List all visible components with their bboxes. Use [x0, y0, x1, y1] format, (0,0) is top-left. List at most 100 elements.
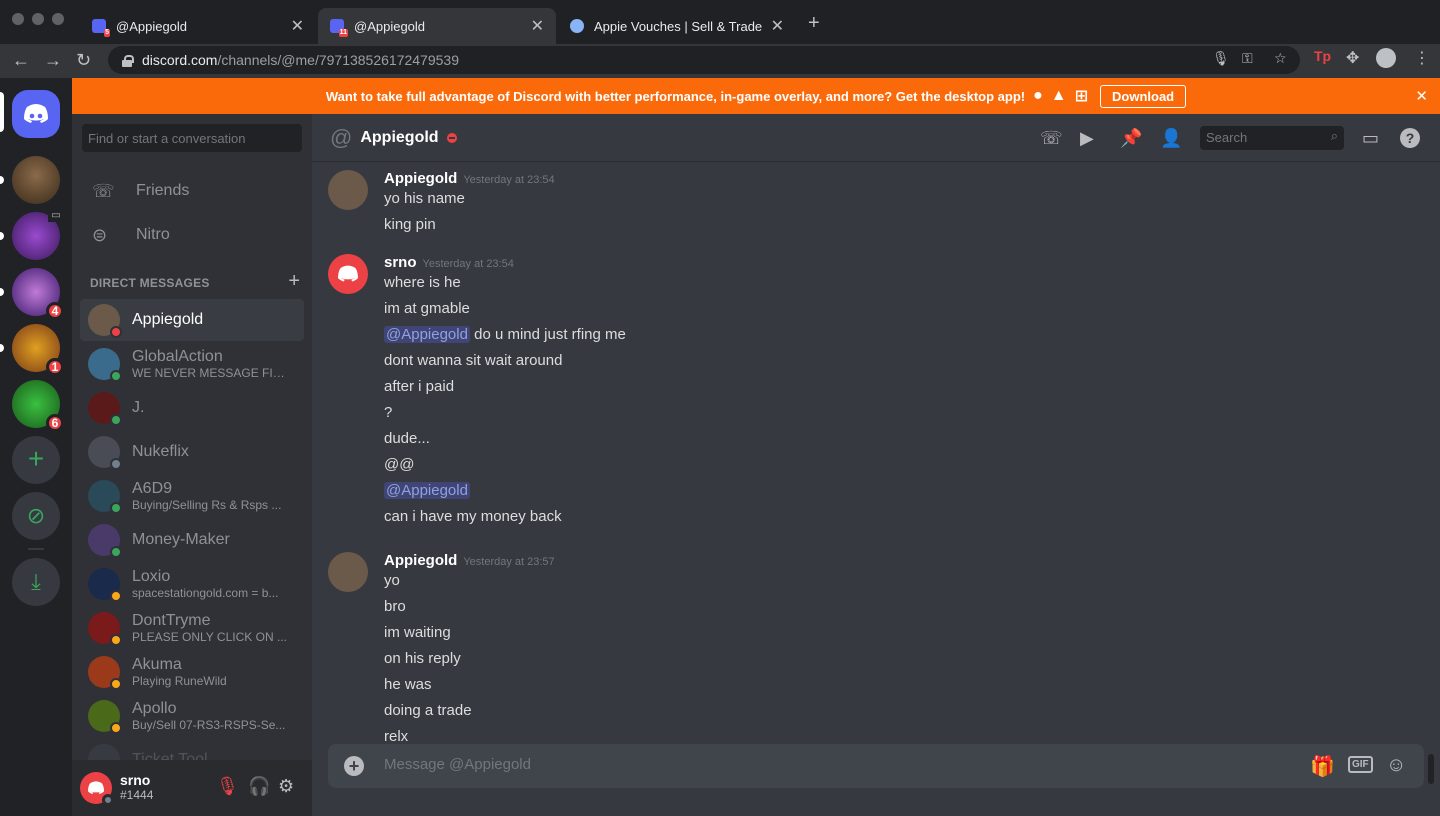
download-apps-icon[interactable]: ⤓ — [12, 558, 60, 606]
mention-badge: 1 — [46, 358, 64, 376]
find-conversation-input[interactable]: Find or start a conversation — [82, 124, 302, 152]
android-icon: ▲ — [1050, 87, 1067, 104]
message-author[interactable]: Appiegold — [384, 552, 457, 569]
server-icon[interactable] — [12, 156, 60, 204]
friends-nav-item[interactable]: ☏ Friends — [80, 170, 304, 212]
message-text: dont wanna sit wait around — [384, 350, 562, 372]
user-panel: srno #1444 🎙 🎧 ⚙ — [72, 760, 312, 816]
status-indicator — [110, 458, 122, 470]
nitro-nav-item[interactable]: ⊜ Nitro — [80, 214, 304, 256]
back-arrow-icon[interactable]: ← — [12, 50, 30, 71]
start-voice-call-icon[interactable]: ☏ — [1040, 128, 1063, 149]
download-button[interactable]: Download — [1100, 84, 1187, 108]
emoji-icon[interactable]: ☺ — [1386, 754, 1406, 777]
message-avatar[interactable] — [328, 170, 368, 210]
dm-avatar — [88, 612, 122, 646]
window-close-button[interactable] — [12, 13, 24, 25]
kebab-menu-icon[interactable]: ⋮ — [1414, 48, 1430, 68]
browser-tab-1[interactable]: 5 @Appiegold ✕ — [80, 8, 316, 44]
dm-item[interactable]: A6D9 Buying/Selling Rs & Rsps ... — [80, 475, 304, 517]
dm-name: J. — [132, 399, 145, 416]
browser-tab-3[interactable]: Appie Vouches | Sell & Trade G ✕ — [558, 8, 796, 44]
browser-tab-bar: 5 @Appiegold ✕ 11 @Appiegold ✕ Appie Vou… — [0, 0, 1440, 44]
headphones-icon[interactable]: 🎧 — [248, 776, 270, 797]
message-composer[interactable]: + Message @Appiegold 🎁 GIF ☺ — [328, 744, 1424, 788]
search-input[interactable]: Search ⌕ — [1200, 126, 1344, 150]
message-header: Appiegold Yesterday at 23:57 — [384, 552, 555, 570]
reload-icon[interactable]: ↻ — [76, 50, 91, 71]
user-mention[interactable]: @Appiegold — [384, 326, 470, 343]
username: srno — [120, 772, 151, 788]
close-icon[interactable]: ✕ — [1415, 87, 1428, 105]
dm-item[interactable]: Ticket Tool — [80, 739, 304, 760]
start-video-call-icon[interactable]: ▶ — [1080, 128, 1094, 149]
dm-item[interactable]: J. — [80, 387, 304, 429]
message-text: king pin — [384, 214, 436, 236]
dm-item[interactable]: Apollo Buy/Sell 07-RS3-RSPS-Se... — [80, 695, 304, 737]
message-input[interactable]: Message @Appiegold — [384, 756, 531, 773]
dm-item[interactable]: Nukeflix — [80, 431, 304, 473]
tab-close-icon[interactable]: ✕ — [771, 16, 784, 36]
inbox-icon[interactable]: ▭ — [1362, 128, 1379, 149]
message-avatar[interactable] — [328, 254, 368, 294]
discord-favicon-icon: 11 — [330, 19, 348, 37]
message-author[interactable]: Appiegold — [384, 170, 457, 187]
message-avatar[interactable] — [328, 552, 368, 592]
dm-item[interactable]: Loxio spacestationgold.com = b... — [80, 563, 304, 605]
home-button[interactable] — [12, 90, 60, 138]
dm-sidebar: Find or start a conversation ☏ Friends ⊜… — [72, 114, 312, 760]
add-friends-to-dm-icon[interactable]: 👤 — [1160, 128, 1182, 149]
help-icon[interactable]: ? — [1400, 128, 1420, 148]
server-icon[interactable]: ▭ — [12, 210, 64, 260]
mute-microphone-icon[interactable]: 🎙 — [216, 776, 239, 797]
new-tab-icon[interactable]: + — [808, 12, 820, 35]
scrollbar-thumb[interactable] — [1428, 754, 1434, 784]
pinned-messages-icon[interactable]: 📌 — [1120, 128, 1142, 149]
window-zoom-button[interactable] — [52, 13, 64, 25]
gift-icon[interactable]: 🎁 — [1310, 754, 1335, 779]
dm-avatar — [88, 436, 122, 470]
dm-avatar — [88, 656, 122, 690]
browser-tab-2[interactable]: 11 @Appiegold ✕ — [318, 8, 556, 44]
direct-messages-header: DIRECT MESSAGES — [90, 276, 210, 290]
upload-plus-icon[interactable]: + — [344, 756, 364, 776]
tab-badge: 11 — [338, 29, 348, 37]
tab-close-icon[interactable]: ✕ — [291, 16, 304, 36]
dm-item[interactable]: Akuma Playing RuneWild — [80, 651, 304, 693]
explore-compass-icon[interactable]: ⊘ — [12, 492, 60, 540]
add-server-icon[interactable]: + — [12, 436, 60, 484]
dm-item[interactable]: Money-Maker — [80, 519, 304, 561]
message-text: @Appiegold — [384, 480, 470, 502]
forward-arrow-icon[interactable]: → — [44, 50, 62, 71]
chat-header: @ Appiegold ☏ ▶ 📌 👤 Search ⌕ ▭ ? — [312, 114, 1440, 162]
star-icon[interactable]: ☆ — [1274, 50, 1287, 67]
tab-close-icon[interactable]: ✕ — [531, 16, 544, 36]
dm-status-text: Buy/Sell 07-RS3-RSPS-Se... — [132, 718, 286, 732]
extension-tp-icon[interactable]: Tp — [1314, 48, 1331, 64]
status-indicator — [110, 370, 122, 382]
message-author[interactable]: srno — [384, 254, 417, 271]
message-text: im at gmable — [384, 298, 470, 320]
message-content: yo his name — [384, 190, 465, 207]
user-mention[interactable]: @Appiegold — [384, 482, 470, 499]
dm-item[interactable]: GlobalAction WE NEVER MESSAGE FIRST — [80, 343, 304, 385]
server-icon[interactable]: 6 — [12, 380, 64, 432]
dm-name: Ticket Tool — [132, 751, 208, 760]
window-minimize-button[interactable] — [32, 13, 44, 25]
search-placeholder: Search — [1206, 130, 1248, 145]
dm-item[interactable]: DontTryme PLEASE ONLY CLICK ON ... — [80, 607, 304, 649]
microphone-icon[interactable]: 🎙 — [1212, 50, 1230, 67]
key-icon[interactable]: ⚿ — [1242, 50, 1253, 67]
profile-avatar-icon[interactable] — [1376, 48, 1396, 68]
puzzle-piece-icon[interactable]: ✥ — [1346, 48, 1359, 68]
message-content: ? — [384, 404, 393, 421]
address-bar[interactable]: discord.com/channels/@me/797138526172479… — [108, 46, 1300, 74]
dm-item[interactable]: Appiegold — [80, 299, 304, 341]
server-icon[interactable]: 4 — [12, 268, 64, 320]
gif-button[interactable]: GIF — [1348, 756, 1373, 773]
banner-text: Want to take full advantage of Discord w… — [325, 88, 1026, 104]
create-dm-icon[interactable]: + — [288, 270, 300, 293]
settings-gear-icon[interactable]: ⚙ — [278, 776, 294, 797]
user-avatar[interactable] — [80, 772, 114, 806]
server-icon[interactable]: 1 — [12, 324, 64, 376]
